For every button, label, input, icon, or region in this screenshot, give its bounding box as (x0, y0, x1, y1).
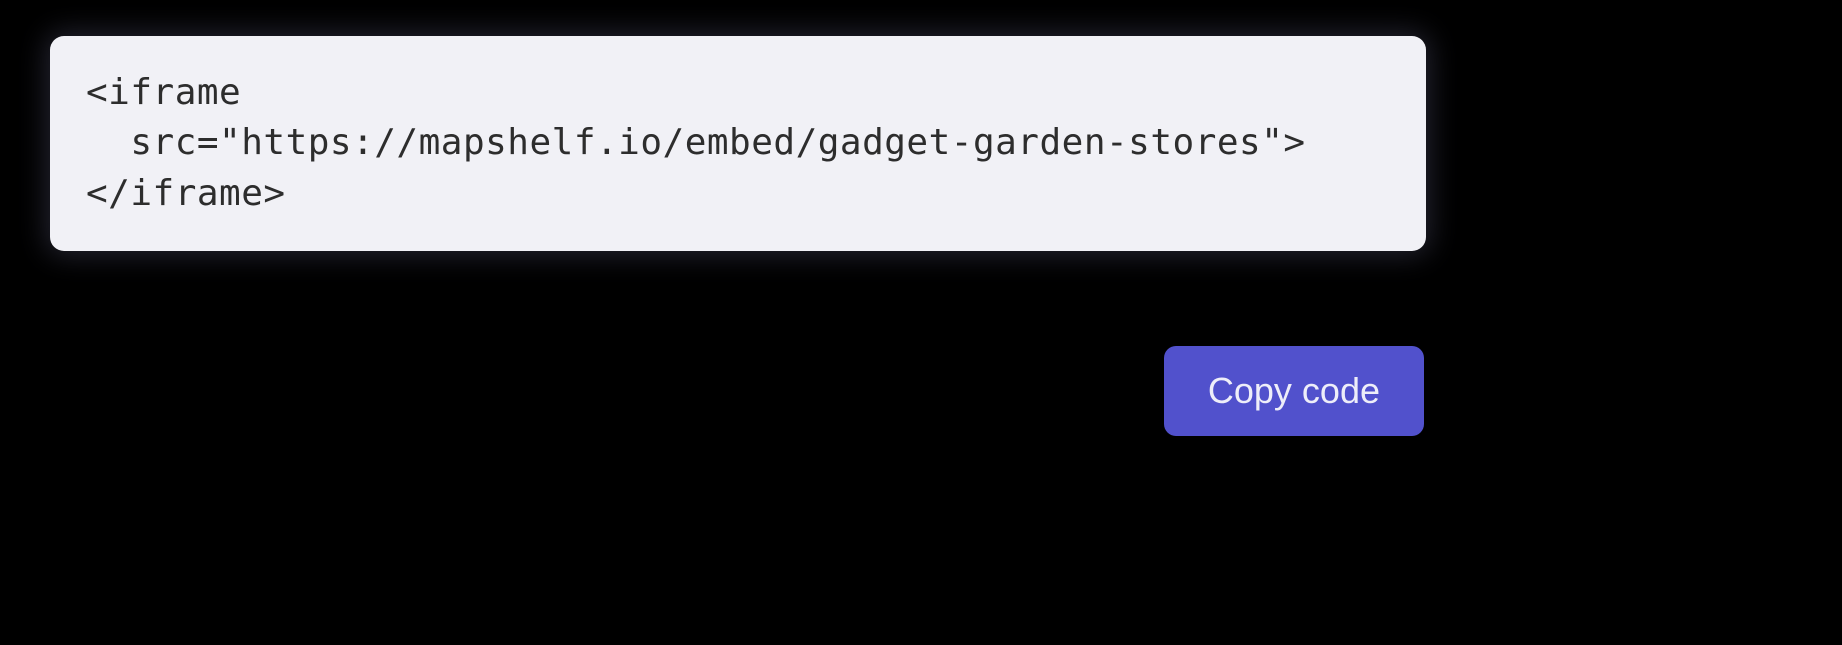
code-content: <iframe src="https://mapshelf.io/embed/g… (86, 68, 1390, 219)
copy-code-button[interactable]: Copy code (1164, 346, 1424, 436)
code-block: <iframe src="https://mapshelf.io/embed/g… (50, 36, 1426, 251)
